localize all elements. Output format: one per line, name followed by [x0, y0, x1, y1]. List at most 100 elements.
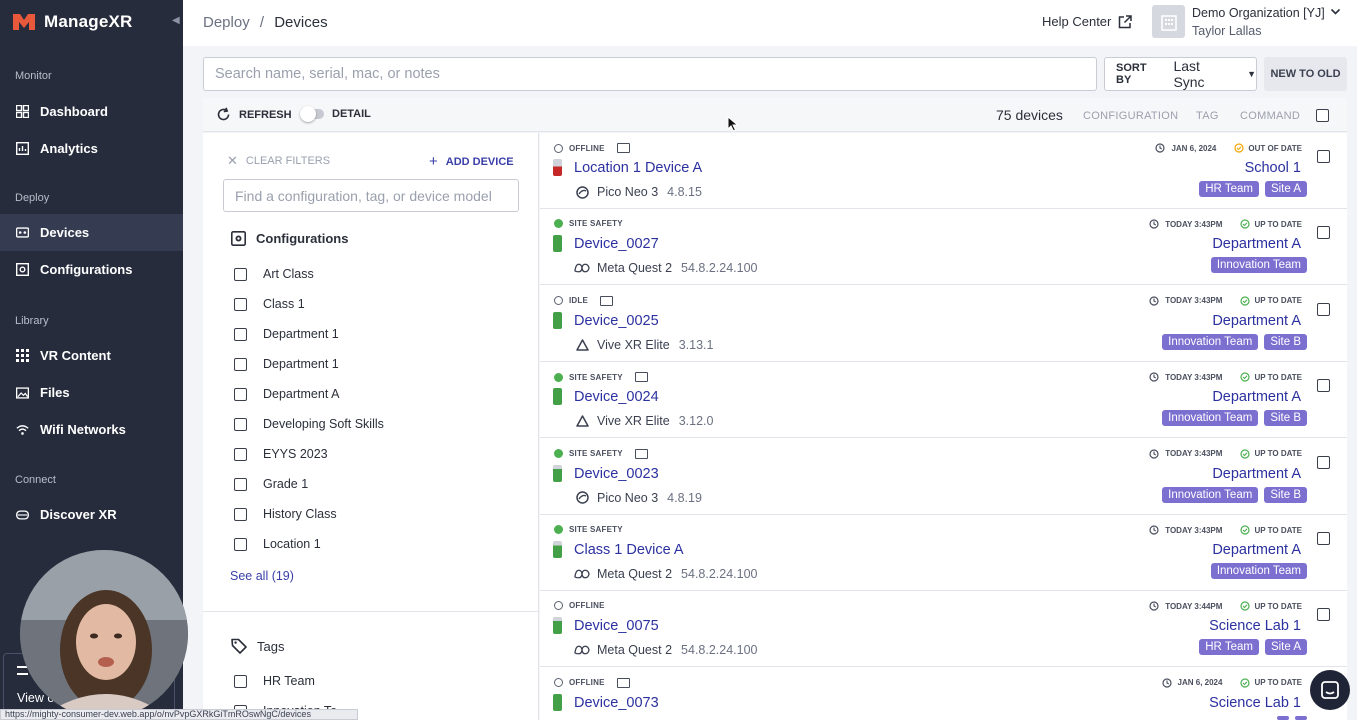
filter-option[interactable]: Grade 1 — [234, 477, 308, 491]
device-tag[interactable]: Site B — [1264, 333, 1307, 350]
checkbox[interactable] — [234, 674, 247, 688]
cast-icon[interactable] — [616, 677, 630, 688]
device-configuration[interactable]: School 1 — [1245, 160, 1301, 176]
device-tag[interactable]: Site B — [1264, 486, 1307, 503]
row-checkbox[interactable] — [1317, 302, 1330, 316]
device-row[interactable]: SITE SAFETY Device_0024 Vive XR Elite 3.12.… — [540, 362, 1347, 439]
sort-order-button[interactable]: NEW TO OLD — [1264, 57, 1347, 91]
filter-option[interactable]: Department 1 — [234, 327, 339, 341]
device-search-input[interactable]: Search name, serial, mac, or notes — [203, 57, 1097, 91]
device-name[interactable]: Device_0027 — [574, 236, 659, 252]
checkbox[interactable] — [234, 357, 247, 371]
checkbox[interactable] — [234, 447, 247, 461]
help-center-link[interactable]: Help Center — [1042, 14, 1133, 29]
cast-icon[interactable] — [600, 295, 614, 306]
device-tag[interactable]: HR Team — [1199, 639, 1259, 656]
chat-launcher-button[interactable] — [1310, 670, 1350, 710]
device-configuration[interactable]: Department A — [1212, 466, 1301, 482]
device-name[interactable]: Location 1 Device A — [574, 160, 702, 176]
sidebar-item-vr-content[interactable]: VR Content — [0, 337, 183, 374]
filter-option[interactable]: Department 1 — [234, 357, 339, 371]
tag-action[interactable]: TAG — [1196, 110, 1219, 122]
device-row[interactable]: OFFLINE Device_0073 JAN 6, 2024 UP TO DATE S… — [540, 668, 1347, 720]
device-tag[interactable]: Innovation Team — [1162, 410, 1259, 427]
sidebar-item-discover-xr[interactable]: Discover XR — [0, 496, 183, 533]
device-row[interactable]: OFFLINE Location 1 Device A Pico Neo 3 4.8.… — [540, 133, 1347, 209]
device-row[interactable]: OFFLINE Device_0075 Meta Quest 2 54.8.2.24.… — [540, 591, 1347, 668]
filter-option[interactable]: Art Class — [234, 267, 314, 281]
sidebar-item-analytics[interactable]: Analytics — [0, 130, 183, 167]
add-device-button[interactable]: + ADD DEVICE — [429, 153, 514, 170]
checkbox[interactable] — [234, 297, 247, 311]
sidebar-item-configurations[interactable]: Configurations — [0, 251, 183, 288]
checkbox[interactable] — [234, 327, 247, 341]
cast-icon[interactable] — [634, 448, 648, 459]
select-all-checkbox[interactable] — [1316, 109, 1329, 122]
cast-icon[interactable] — [634, 372, 648, 383]
device-configuration[interactable]: Department A — [1212, 389, 1301, 405]
device-tag[interactable]: Innovation Team — [1162, 486, 1259, 503]
row-checkbox[interactable] — [1317, 455, 1330, 469]
device-tag[interactable]: Site A — [1264, 181, 1307, 197]
filter-option[interactable]: EYYS 2023 — [234, 447, 328, 461]
configuration-action[interactable]: CONFIGURATION — [1083, 110, 1178, 122]
row-checkbox[interactable] — [1317, 379, 1330, 393]
device-tag[interactable]: Innovation Team — [1210, 563, 1307, 579]
device-tag[interactable]: Innovation Team — [1162, 333, 1259, 350]
device-configuration[interactable]: Department A — [1212, 542, 1301, 558]
clear-filters-button[interactable]: ✕ CLEAR FILTERS — [227, 153, 330, 169]
row-checkbox[interactable] — [1317, 226, 1330, 240]
checkbox[interactable] — [234, 387, 247, 401]
device-configuration[interactable]: Science Lab 1 — [1209, 618, 1301, 634]
device-tag[interactable]: Innovation Team — [1210, 257, 1307, 274]
device-configuration[interactable]: Department A — [1212, 313, 1301, 329]
sort-select[interactable]: SORT BY Last Sync ▼ — [1104, 57, 1257, 91]
checkbox[interactable] — [234, 477, 247, 491]
device-tag[interactable] — [1295, 715, 1307, 720]
device-name[interactable]: Device_0025 — [574, 313, 659, 329]
filter-option[interactable]: HR Team — [234, 674, 315, 688]
device-name[interactable]: Device_0075 — [574, 618, 659, 634]
device-name[interactable]: Device_0073 — [574, 695, 659, 711]
checkbox[interactable] — [234, 537, 247, 551]
checkbox[interactable] — [234, 507, 247, 521]
device-row[interactable]: SITE SAFETY Device_0023 Pico Neo 3 4.8.19 TO… — [540, 439, 1347, 515]
organization-avatar[interactable] — [1152, 5, 1185, 38]
device-tag[interactable] — [1277, 715, 1289, 720]
toggle-switch[interactable] — [300, 106, 324, 122]
chevron-down-icon[interactable] — [1330, 6, 1341, 17]
sidebar-item-wifi-networks[interactable]: Wifi Networks — [0, 411, 183, 448]
logo[interactable]: ManageXR — [0, 0, 183, 44]
device-name[interactable]: Device_0023 — [574, 466, 659, 482]
command-action[interactable]: COMMAND — [1240, 110, 1300, 122]
refresh-button[interactable]: REFRESH — [216, 107, 292, 122]
device-row[interactable]: SITE SAFETY Device_0027 Meta Quest 2 54.8.2… — [540, 209, 1347, 286]
checkbox[interactable] — [234, 267, 247, 281]
filter-search-input[interactable]: Find a configuration, tag, or device mod… — [223, 179, 519, 212]
filter-option[interactable]: Class 1 — [234, 297, 305, 311]
device-name[interactable]: Device_0024 — [574, 389, 659, 405]
filter-option[interactable]: Location 1 — [234, 537, 321, 551]
device-row[interactable]: SITE SAFETY Class 1 Device A Meta Quest 2 5… — [540, 515, 1347, 591]
breadcrumb-deploy[interactable]: Deploy — [203, 14, 250, 31]
filter-option[interactable]: Developing Soft Skills — [234, 417, 384, 431]
device-tag[interactable]: Site B — [1264, 410, 1307, 427]
row-checkbox[interactable] — [1317, 532, 1330, 545]
cast-icon[interactable] — [616, 143, 630, 153]
device-row[interactable]: IDLE Device_0025 Vive XR Elite 3.13.1 TODAY … — [540, 286, 1347, 362]
collapse-sidebar-icon[interactable]: ◀ — [172, 15, 180, 26]
checkbox[interactable] — [234, 417, 247, 431]
device-configuration[interactable]: Department A — [1212, 236, 1301, 252]
device-tag[interactable]: Site A — [1264, 639, 1307, 656]
filter-option[interactable]: Department A — [234, 387, 339, 401]
see-all-configurations-link[interactable]: See all (19) — [230, 569, 294, 583]
detail-toggle[interactable]: DETAIL — [300, 106, 371, 122]
sidebar-item-dashboard[interactable]: Dashboard — [0, 93, 183, 130]
device-tag[interactable]: HR Team — [1199, 181, 1259, 197]
device-name[interactable]: Class 1 Device A — [574, 542, 684, 558]
device-configuration[interactable]: Science Lab 1 — [1209, 695, 1301, 711]
sidebar-item-devices[interactable]: Devices — [0, 214, 183, 251]
sidebar-item-files[interactable]: Files — [0, 374, 183, 411]
row-checkbox[interactable] — [1317, 608, 1330, 622]
row-checkbox[interactable] — [1317, 150, 1330, 163]
